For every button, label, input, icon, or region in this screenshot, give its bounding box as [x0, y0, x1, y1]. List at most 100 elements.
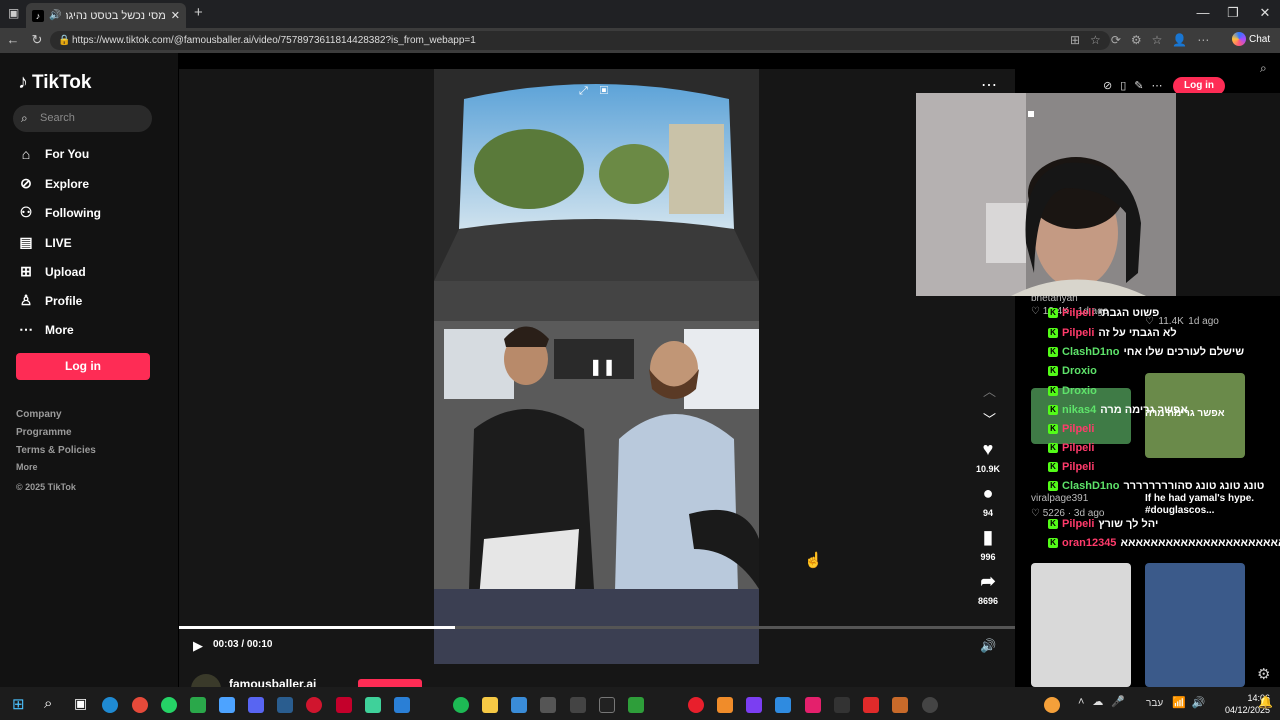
video-progress-bar[interactable]	[179, 626, 1015, 629]
related-item-3[interactable]: viralpage391 ♡ 5226 · 3d ago	[1031, 493, 1104, 519]
chat-message: K ClashD1no שישלם לעורכים שלו אחי	[1048, 346, 1244, 358]
tiktok-logo[interactable]: ♪ TikTok	[18, 71, 91, 94]
minecraft-icon[interactable]	[628, 697, 644, 713]
app-icon[interactable]	[775, 697, 791, 713]
task-view-icon[interactable]: ▣	[74, 695, 87, 712]
system-tray-icons[interactable]: ˄☁🎤	[1078, 695, 1133, 708]
like-button[interactable]: ♥ 10.9K	[975, 439, 1001, 474]
chat-user: oran12345	[1062, 537, 1117, 549]
footer-company[interactable]: Company	[16, 409, 62, 420]
windows-start-icon[interactable]: ⊞	[12, 695, 25, 713]
app-icon[interactable]	[922, 697, 938, 713]
save-count: 996	[980, 552, 996, 562]
related-thumb-3[interactable]	[1031, 563, 1131, 687]
taskbar-search-icon[interactable]: ⌕	[44, 695, 52, 712]
app-icon[interactable]	[892, 697, 908, 713]
xbox-icon[interactable]	[190, 697, 206, 713]
sidebar-login-button[interactable]: Log in	[16, 353, 150, 380]
network-volume-icons[interactable]: 📶🔊	[1172, 696, 1211, 709]
previous-video-icon[interactable]: ︿	[983, 381, 996, 400]
chat-user: Droxio	[1062, 365, 1097, 377]
back-icon[interactable]: ←	[4, 32, 22, 47]
search-input[interactable]: ⌕ Search	[13, 105, 152, 132]
heart-icon: ♥	[982, 439, 994, 459]
language-indicator[interactable]: עבר	[1146, 698, 1163, 709]
video-frame[interactable]: ❚❚ ⤢▣	[434, 69, 759, 664]
copilot-app-icon[interactable]	[219, 697, 235, 713]
app-icon[interactable]	[365, 697, 381, 713]
nav-label: Following	[45, 205, 101, 220]
app-icon[interactable]	[805, 697, 821, 713]
copilot-chat-button[interactable]: Chat	[1232, 32, 1270, 46]
nav-for-you[interactable]: ⌂ For You	[18, 146, 89, 162]
window-close-icon[interactable]: ✕	[1250, 5, 1280, 21]
nav-explore[interactable]: ⊘ Explore	[18, 175, 89, 192]
settings-gear-icon[interactable]: ⚙	[1257, 665, 1270, 683]
nav-profile[interactable]: ♙ Profile	[18, 292, 83, 309]
close-tab-icon[interactable]: ✕	[171, 9, 180, 22]
tab-actions-icon[interactable]: ▣	[8, 6, 19, 20]
edge-icon[interactable]	[102, 697, 118, 713]
epic-games-icon[interactable]	[834, 697, 850, 713]
chat-message: K Droxio	[1048, 365, 1101, 377]
volume-icon[interactable]: 🔊	[980, 638, 996, 654]
more-options-icon[interactable]: ⋯	[981, 75, 997, 95]
app-icon[interactable]	[599, 697, 615, 713]
follow-button[interactable]	[358, 679, 422, 687]
minimize-icon[interactable]: —	[1188, 5, 1218, 20]
app-icon[interactable]	[863, 697, 879, 713]
save-button[interactable]: ▮ 996	[975, 527, 1001, 562]
browser-tab[interactable]: ♪ 🔊 מסי נכשל בטסט נהיגה מול רו ✕	[26, 3, 186, 28]
whatsapp-icon[interactable]	[161, 697, 177, 713]
kick-icon: K	[1048, 386, 1058, 396]
chat-user: Pilpeli	[1062, 518, 1095, 530]
nav-live[interactable]: ▤ LIVE	[18, 234, 71, 251]
nav-more[interactable]: ⋯ More	[18, 321, 74, 338]
video-time: 00:03 / 00:10	[213, 639, 273, 650]
app-icon[interactable]	[570, 697, 586, 713]
sidebar-search-icon[interactable]: ⌕	[1260, 61, 1267, 76]
chat-message: K Droxio	[1048, 385, 1101, 397]
refresh-icon[interactable]: ↻	[28, 32, 46, 48]
app-icon[interactable]	[1044, 697, 1060, 713]
video-overlay-icons[interactable]: ⤢▣	[579, 85, 620, 98]
comment-button[interactable]: ● 94	[975, 483, 1001, 518]
play-icon[interactable]: ▶	[193, 638, 203, 654]
footer-more[interactable]: More	[16, 462, 38, 472]
chrome-icon[interactable]	[132, 697, 148, 713]
restore-icon[interactable]: ❐	[1218, 5, 1248, 21]
file-explorer-icon[interactable]	[482, 697, 498, 713]
new-tab-icon[interactable]: +	[194, 4, 203, 21]
nav-upload[interactable]: ⊞ Upload	[18, 263, 86, 280]
app-icon[interactable]	[511, 697, 527, 713]
footer-programme[interactable]: Programme	[16, 427, 72, 438]
opera-icon[interactable]	[306, 697, 322, 713]
nav-following[interactable]: ⚇ Following	[18, 204, 101, 221]
chat-label: Chat	[1249, 33, 1271, 45]
discord-icon[interactable]	[248, 697, 264, 713]
audio-icon[interactable]: 🔊	[49, 10, 61, 21]
comment-icon: ●	[982, 483, 994, 503]
app-icon[interactable]	[717, 697, 733, 713]
browser-extension-icons[interactable]: ⊞☆⟳⚙☆👤⋯	[1070, 33, 1219, 47]
share-button[interactable]: ➦ 8696	[975, 571, 1001, 606]
nav-label: Profile	[45, 293, 83, 308]
app-icon[interactable]	[688, 697, 704, 713]
steam-icon[interactable]	[277, 697, 293, 713]
pause-icon[interactable]: ❚❚	[589, 357, 616, 377]
chat-user: Pilpeli	[1062, 307, 1095, 319]
next-video-icon[interactable]: ﹀	[983, 409, 996, 428]
chat-message: K Pilpeli יהל לך שורץ	[1048, 518, 1158, 530]
spotify-icon[interactable]	[453, 697, 469, 713]
author-name[interactable]: famousballer.ai	[229, 677, 316, 687]
footer-terms[interactable]: Terms & Policies	[16, 445, 96, 456]
app-icon[interactable]	[540, 697, 556, 713]
notifications-icon[interactable]: 🔔	[1258, 695, 1273, 709]
top-action-icons[interactable]: ⊘▯✎⋯	[1103, 79, 1171, 92]
url-field[interactable]: 🔒 https://www.tiktok.com/@famousballer.a…	[50, 31, 1110, 50]
video-player[interactable]: ❚❚ ⤢▣ ⋯ ︿ ﹀	[179, 69, 1015, 687]
app-icon[interactable]	[746, 697, 762, 713]
related-thumb-4[interactable]	[1145, 563, 1245, 687]
store-icon[interactable]	[394, 697, 410, 713]
media-player-icon[interactable]	[336, 697, 352, 713]
